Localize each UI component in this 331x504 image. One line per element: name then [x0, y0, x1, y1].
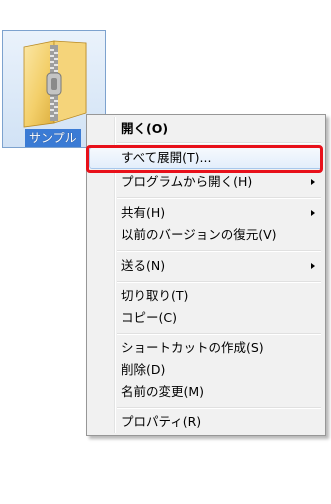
menu-item-extract-all[interactable]: すべて展開(T)... — [89, 147, 323, 169]
menu-item-delete[interactable]: 削除(D) — [89, 359, 323, 381]
file-name-label[interactable]: サンプル — [25, 129, 81, 147]
menu-separator — [117, 250, 321, 252]
menu-item-label: ショートカットの作成(S) — [121, 340, 264, 355]
menu-item-label: プロパティ(R) — [121, 414, 202, 429]
menu-item-create-shortcut[interactable]: ショートカットの作成(S) — [89, 337, 323, 359]
submenu-arrow-icon — [311, 263, 315, 269]
context-menu: 開く(O) すべて展開(T)... プログラムから開く(H) 共有(H) 以前の… — [86, 114, 326, 436]
menu-item-restore-previous-versions[interactable]: 以前のバージョンの復元(V) — [89, 224, 323, 246]
menu-separator — [117, 281, 321, 283]
menu-item-share[interactable]: 共有(H) — [89, 202, 323, 224]
menu-item-label: すべて展開(T)... — [121, 150, 212, 165]
submenu-arrow-icon — [311, 210, 315, 216]
menu-item-label: プログラムから開く(H) — [121, 174, 253, 189]
menu-item-label: 共有(H) — [121, 205, 166, 220]
menu-item-label: 開く(O) — [121, 121, 169, 136]
menu-item-label: コピー(C) — [121, 310, 177, 325]
menu-item-label: 切り取り(T) — [121, 288, 189, 303]
menu-separator — [117, 333, 321, 335]
menu-item-open[interactable]: 開く(O) — [89, 118, 323, 140]
menu-item-label: 削除(D) — [121, 362, 166, 377]
menu-item-open-with[interactable]: プログラムから開く(H) — [89, 171, 323, 193]
menu-separator — [117, 142, 321, 144]
submenu-arrow-icon — [311, 179, 315, 185]
menu-item-cut[interactable]: 切り取り(T) — [89, 285, 323, 307]
desktop: サンプル 開く(O) すべて展開(T)... プログラムから開く(H) 共有(H… — [0, 0, 331, 504]
menu-item-copy[interactable]: コピー(C) — [89, 307, 323, 329]
zip-folder-icon — [23, 40, 87, 128]
menu-separator — [117, 197, 321, 199]
menu-item-rename[interactable]: 名前の変更(M) — [89, 381, 323, 403]
menu-item-send-to[interactable]: 送る(N) — [89, 255, 323, 277]
menu-item-label: 名前の変更(M) — [121, 384, 205, 399]
menu-item-properties[interactable]: プロパティ(R) — [89, 411, 323, 433]
menu-separator — [117, 407, 321, 409]
menu-item-label: 以前のバージョンの復元(V) — [121, 227, 277, 242]
menu-item-label: 送る(N) — [121, 258, 166, 273]
